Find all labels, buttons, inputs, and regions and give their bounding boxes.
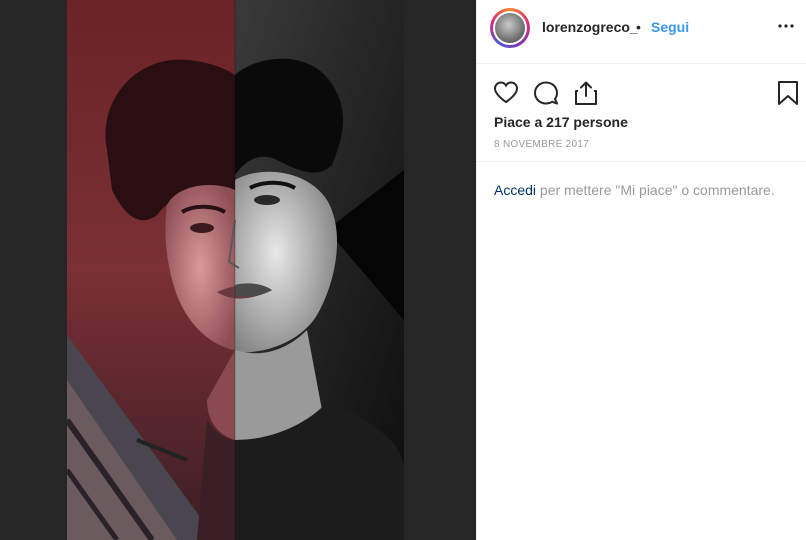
more-options-icon[interactable] bbox=[774, 14, 798, 38]
post-photo[interactable] bbox=[67, 0, 404, 540]
avatar-image bbox=[495, 13, 525, 43]
action-bar bbox=[493, 80, 798, 108]
avatar[interactable] bbox=[490, 8, 530, 48]
post-media[interactable] bbox=[0, 0, 476, 540]
divider bbox=[477, 161, 806, 162]
comment-bubble-icon[interactable] bbox=[533, 80, 559, 106]
login-prompt: Accedi per mettere "Mi piace" o commenta… bbox=[494, 182, 775, 198]
post-header: lorenzogreco_ • Segui bbox=[477, 0, 806, 64]
login-link[interactable]: Accedi bbox=[494, 182, 536, 198]
portrait-image bbox=[67, 0, 404, 540]
post-date[interactable]: 8 NOVEMBRE 2017 bbox=[494, 139, 589, 150]
likes-count[interactable]: Piace a 217 persone bbox=[494, 114, 628, 130]
share-upload-icon[interactable] bbox=[573, 80, 599, 106]
post-sidebar: lorenzogreco_ • Segui Piace a 217 person… bbox=[476, 0, 806, 540]
avatar-inner bbox=[493, 11, 527, 45]
separator-dot: • bbox=[636, 19, 641, 35]
bookmark-icon[interactable] bbox=[775, 80, 801, 106]
username-link[interactable]: lorenzogreco_ bbox=[542, 19, 638, 35]
heart-icon[interactable] bbox=[493, 80, 519, 106]
login-prompt-text: per mettere "Mi piace" o commentare. bbox=[536, 182, 775, 198]
follow-button[interactable]: Segui bbox=[651, 19, 689, 35]
